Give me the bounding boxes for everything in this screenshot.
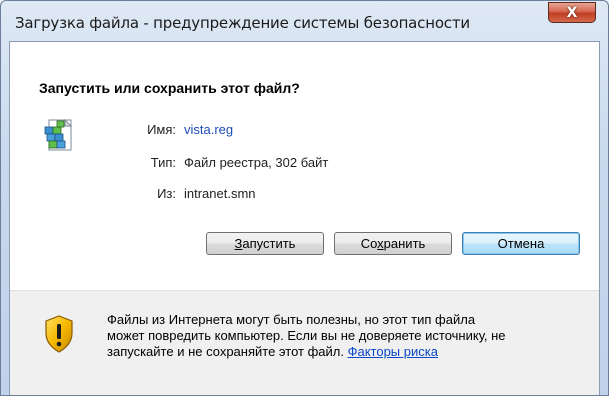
risk-factors-link[interactable]: Факторы риска — [348, 344, 438, 359]
file-name-value: vista.reg — [184, 122, 234, 137]
warning-line-2: может повредить компьютер. Если вы не до… — [107, 328, 506, 343]
warning-line-1: Файлы из Интернета могут быть полезны, н… — [107, 312, 476, 327]
file-source-value: intranet.smn — [184, 186, 256, 201]
close-icon: X — [566, 4, 578, 21]
save-button[interactable]: Сохранить — [334, 232, 452, 255]
security-warning-dialog: Загрузка файла - предупреждение системы … — [0, 0, 609, 396]
save-button-label: Сохранить — [361, 236, 426, 251]
run-label-rest: апустить — [242, 236, 296, 251]
file-name-row: Имя: vista.reg — [10, 122, 600, 138]
file-type-label: Тип: — [150, 155, 176, 170]
cancel-button[interactable]: Отмена — [462, 232, 580, 255]
file-name-label: Имя: — [147, 122, 176, 137]
file-info-panel: Запустить или сохранить этот файл? Имя: … — [10, 42, 599, 290]
file-type-value: Файл реестра, 302 байт — [184, 155, 329, 170]
dialog-question: Запустить или сохранить этот файл? — [39, 80, 300, 96]
close-button[interactable]: X — [548, 2, 596, 23]
run-button-label: Запустить — [235, 236, 296, 251]
file-source-row: Из: intranet.smn — [10, 186, 600, 202]
security-warning-message: Файлы из Интернета могут быть полезны, н… — [107, 312, 587, 360]
run-button[interactable]: Запустить — [206, 232, 324, 255]
save-label-after: ранить — [383, 236, 426, 251]
window-title: Загрузка файла - предупреждение системы … — [15, 14, 470, 32]
warning-line-3-text: запускайте и не сохраняйте этот файл. — [107, 344, 344, 359]
save-label-before: Со — [360, 236, 378, 251]
section-divider — [10, 290, 599, 291]
file-type-row: Тип: Файл реестра, 302 байт — [10, 155, 600, 171]
warning-line-3: запускайте и не сохраняйте этот файл. Фа… — [107, 344, 587, 360]
cancel-button-label: Отмена — [497, 236, 545, 251]
security-shield-warning-icon — [45, 315, 73, 353]
file-source-label: Из: — [157, 186, 176, 201]
title-bar[interactable]: Загрузка файла - предупреждение системы … — [1, 1, 608, 41]
dialog-body: Запустить или сохранить этот файл? Имя: … — [9, 41, 600, 395]
